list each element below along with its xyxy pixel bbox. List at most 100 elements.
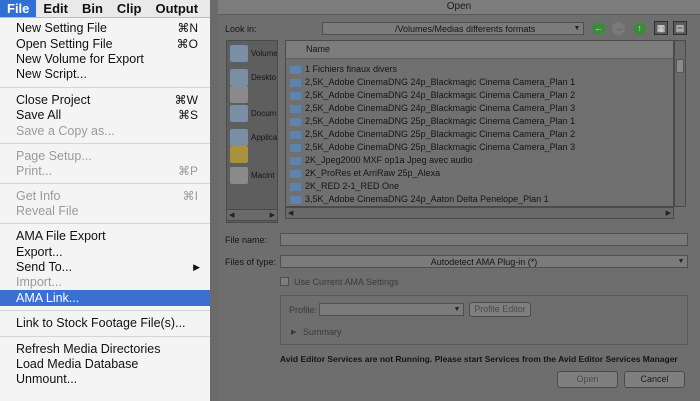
menu-item-close-project[interactable]: Close Project ⌘W [0,92,210,108]
menu-separator [0,336,210,337]
menu-item-reveal-file: Reveal File [0,203,210,219]
menu-file[interactable]: File [0,0,37,17]
chevron-right-icon[interactable]: ▶ [291,328,296,336]
menu-item-label: New Volume for Export [16,52,144,66]
shortcut: ⌘N [177,21,198,35]
look-in-value: /Volumes/Medias differents formats [395,24,536,34]
folder-icon [290,130,301,139]
menu-item-label: Save All [16,108,62,122]
cancel-button[interactable]: Cancel [624,371,685,388]
file-row[interactable]: 2K_Jpeg2000 MXF op1a Jpeg avec audio [290,155,670,166]
file-name: 2,5K_Adobe CinemaDNG 24p_Blackmagic Cine… [305,77,576,87]
scroll-left-icon[interactable]: ◀ [229,211,234,219]
back-icon[interactable]: ← [592,22,605,35]
forward-icon[interactable]: → [612,22,625,35]
menu-item-save-all[interactable]: Save All ⌘S [0,107,210,123]
file-row[interactable]: 2,5K_Adobe CinemaDNG 24p_Blackmagic Cine… [290,90,670,101]
place-macintosh[interactable]: Macint [228,165,277,189]
menu-item-ama-link[interactable]: AMA Link... [0,290,210,306]
folder-icon [290,143,301,152]
user-icon [230,146,248,163]
chevron-down-icon: ▼ [677,258,685,265]
menu-item-new-script[interactable]: New Script... [0,66,210,82]
folder-icon [290,182,301,191]
menu-edit[interactable]: Edit [36,0,75,17]
scroll-left-icon[interactable]: ◀ [288,209,293,217]
menu-output[interactable]: Output [148,0,205,17]
list-view-icon[interactable]: ▦ [654,21,668,35]
places-horizontal-scrollbar[interactable]: ◀ ▶ [226,209,278,221]
menu-item-refresh-media-directories[interactable]: Refresh Media Directories [0,341,210,357]
file-list-horizontal-scrollbar[interactable]: ◀ ▶ [285,207,674,219]
chevron-down-icon: ▼ [573,25,581,32]
place-label: Macint [251,171,275,180]
file-row[interactable]: 2K_RED 2-1_RED One [290,181,670,192]
open-button[interactable]: Open [557,371,618,388]
file-row[interactable]: 1 Fichiers finaux divers [290,64,670,75]
summary-label[interactable]: Summary [303,327,342,337]
menu-item-label: Unmount... [16,372,78,386]
menu-item-ama-file-export[interactable]: AMA File Export [0,228,210,244]
folder-icon [290,156,301,165]
file-name-label: File name: [225,235,268,245]
menu-separator [0,310,210,311]
shortcut: ⌘W [174,93,198,107]
file-row[interactable]: 2,5K_Adobe CinemaDNG 25p_Blackmagic Cine… [290,129,670,140]
look-in-combo[interactable]: /Volumes/Medias differents formats ▼ [322,22,584,35]
menu-item-new-volume-for-export[interactable]: New Volume for Export [0,51,210,67]
hard-drive-icon [230,45,248,62]
look-in-label: Look in: [225,24,257,34]
menu-item-open-setting-file[interactable]: Open Setting File ⌘O [0,36,210,52]
menu-separator [0,143,210,144]
dialog-title: Open [218,0,700,15]
chevron-down-icon: ▼ [453,306,461,313]
hard-drive-icon [230,167,248,184]
file-row[interactable]: 3,5K_Adobe CinemaDNG 24p_Aaton Delta Pen… [290,194,670,205]
folder-icon [290,169,301,178]
file-row[interactable]: 2,5K_Adobe CinemaDNG 24p_Blackmagic Cine… [290,103,670,114]
menu-item-new-setting-file[interactable]: New Setting File ⌘N [0,20,210,36]
use-current-ama-checkbox[interactable] [280,277,289,286]
menu-bin[interactable]: Bin [75,0,110,17]
menu-separator [0,223,210,224]
menu-item-unmount[interactable]: Unmount... [0,371,210,387]
scroll-thumb[interactable] [676,59,684,73]
place-label: Deskto [251,73,276,82]
shortcut: ⌘P [177,164,198,178]
file-name: 2K_ProRes et ArriRaw 25p_Alexa [305,168,441,178]
file-menu: New Setting File ⌘N Open Setting File ⌘O N… [0,18,210,401]
profile-editor-button[interactable]: Profile Editor [469,302,531,317]
file-list-vertical-scrollbar[interactable] [674,40,686,207]
folder-icon [290,91,301,100]
menu-item-label: AMA Link... [16,291,80,305]
file-name-input[interactable] [280,233,688,246]
files-of-type-combo[interactable]: Autodetect AMA Plug-in (*) ▼ [280,255,688,268]
column-header-name[interactable]: Name [286,41,673,59]
shortcut: ⌘O [176,37,198,51]
place-label: Applica [251,133,278,142]
place-volumes[interactable]: Volume [228,43,277,67]
place-documents[interactable]: Docum [228,103,277,127]
menu-item-label: Send To... [16,260,73,274]
scroll-right-icon[interactable]: ▶ [666,209,671,217]
menu-item-export[interactable]: Export... [0,244,210,260]
file-row[interactable]: 2,5K_Adobe CinemaDNG 24p_Blackmagic Cine… [290,77,670,88]
profile-combo[interactable]: ▼ [319,303,464,316]
file-row[interactable]: 2,5K_Adobe CinemaDNG 25p_Blackmagic Cine… [290,116,670,127]
file-row[interactable]: 2,5K_Adobe CinemaDNG 25p_Blackmagic Cine… [290,142,670,153]
file-name: 3,5K_Adobe CinemaDNG 24p_Aaton Delta Pen… [305,194,549,204]
menu-item-label: Link to Stock Footage File(s)... [16,316,186,330]
menu-item-link-stock-footage[interactable]: Link to Stock Footage File(s)... [0,315,210,331]
file-name: 1 Fichiers finaux divers [305,64,398,74]
detail-view-icon[interactable]: ▤ [673,21,687,35]
menu-item-print: Print... ⌘P [0,163,210,179]
column-header-label: Name [306,44,331,54]
scroll-right-icon[interactable]: ▶ [270,211,275,219]
file-row[interactable]: 2K_ProRes et ArriRaw 25p_Alexa [290,168,670,179]
up-folder-icon[interactable]: ↑ [633,22,646,35]
menu-item-send-to[interactable]: Send To... ▶ [0,259,210,275]
menu-item-label: Import... [16,275,62,289]
menu-item-label: Export... [16,245,63,259]
menu-item-load-media-database[interactable]: Load Media Database [0,356,210,372]
menu-clip[interactable]: Clip [110,0,149,17]
